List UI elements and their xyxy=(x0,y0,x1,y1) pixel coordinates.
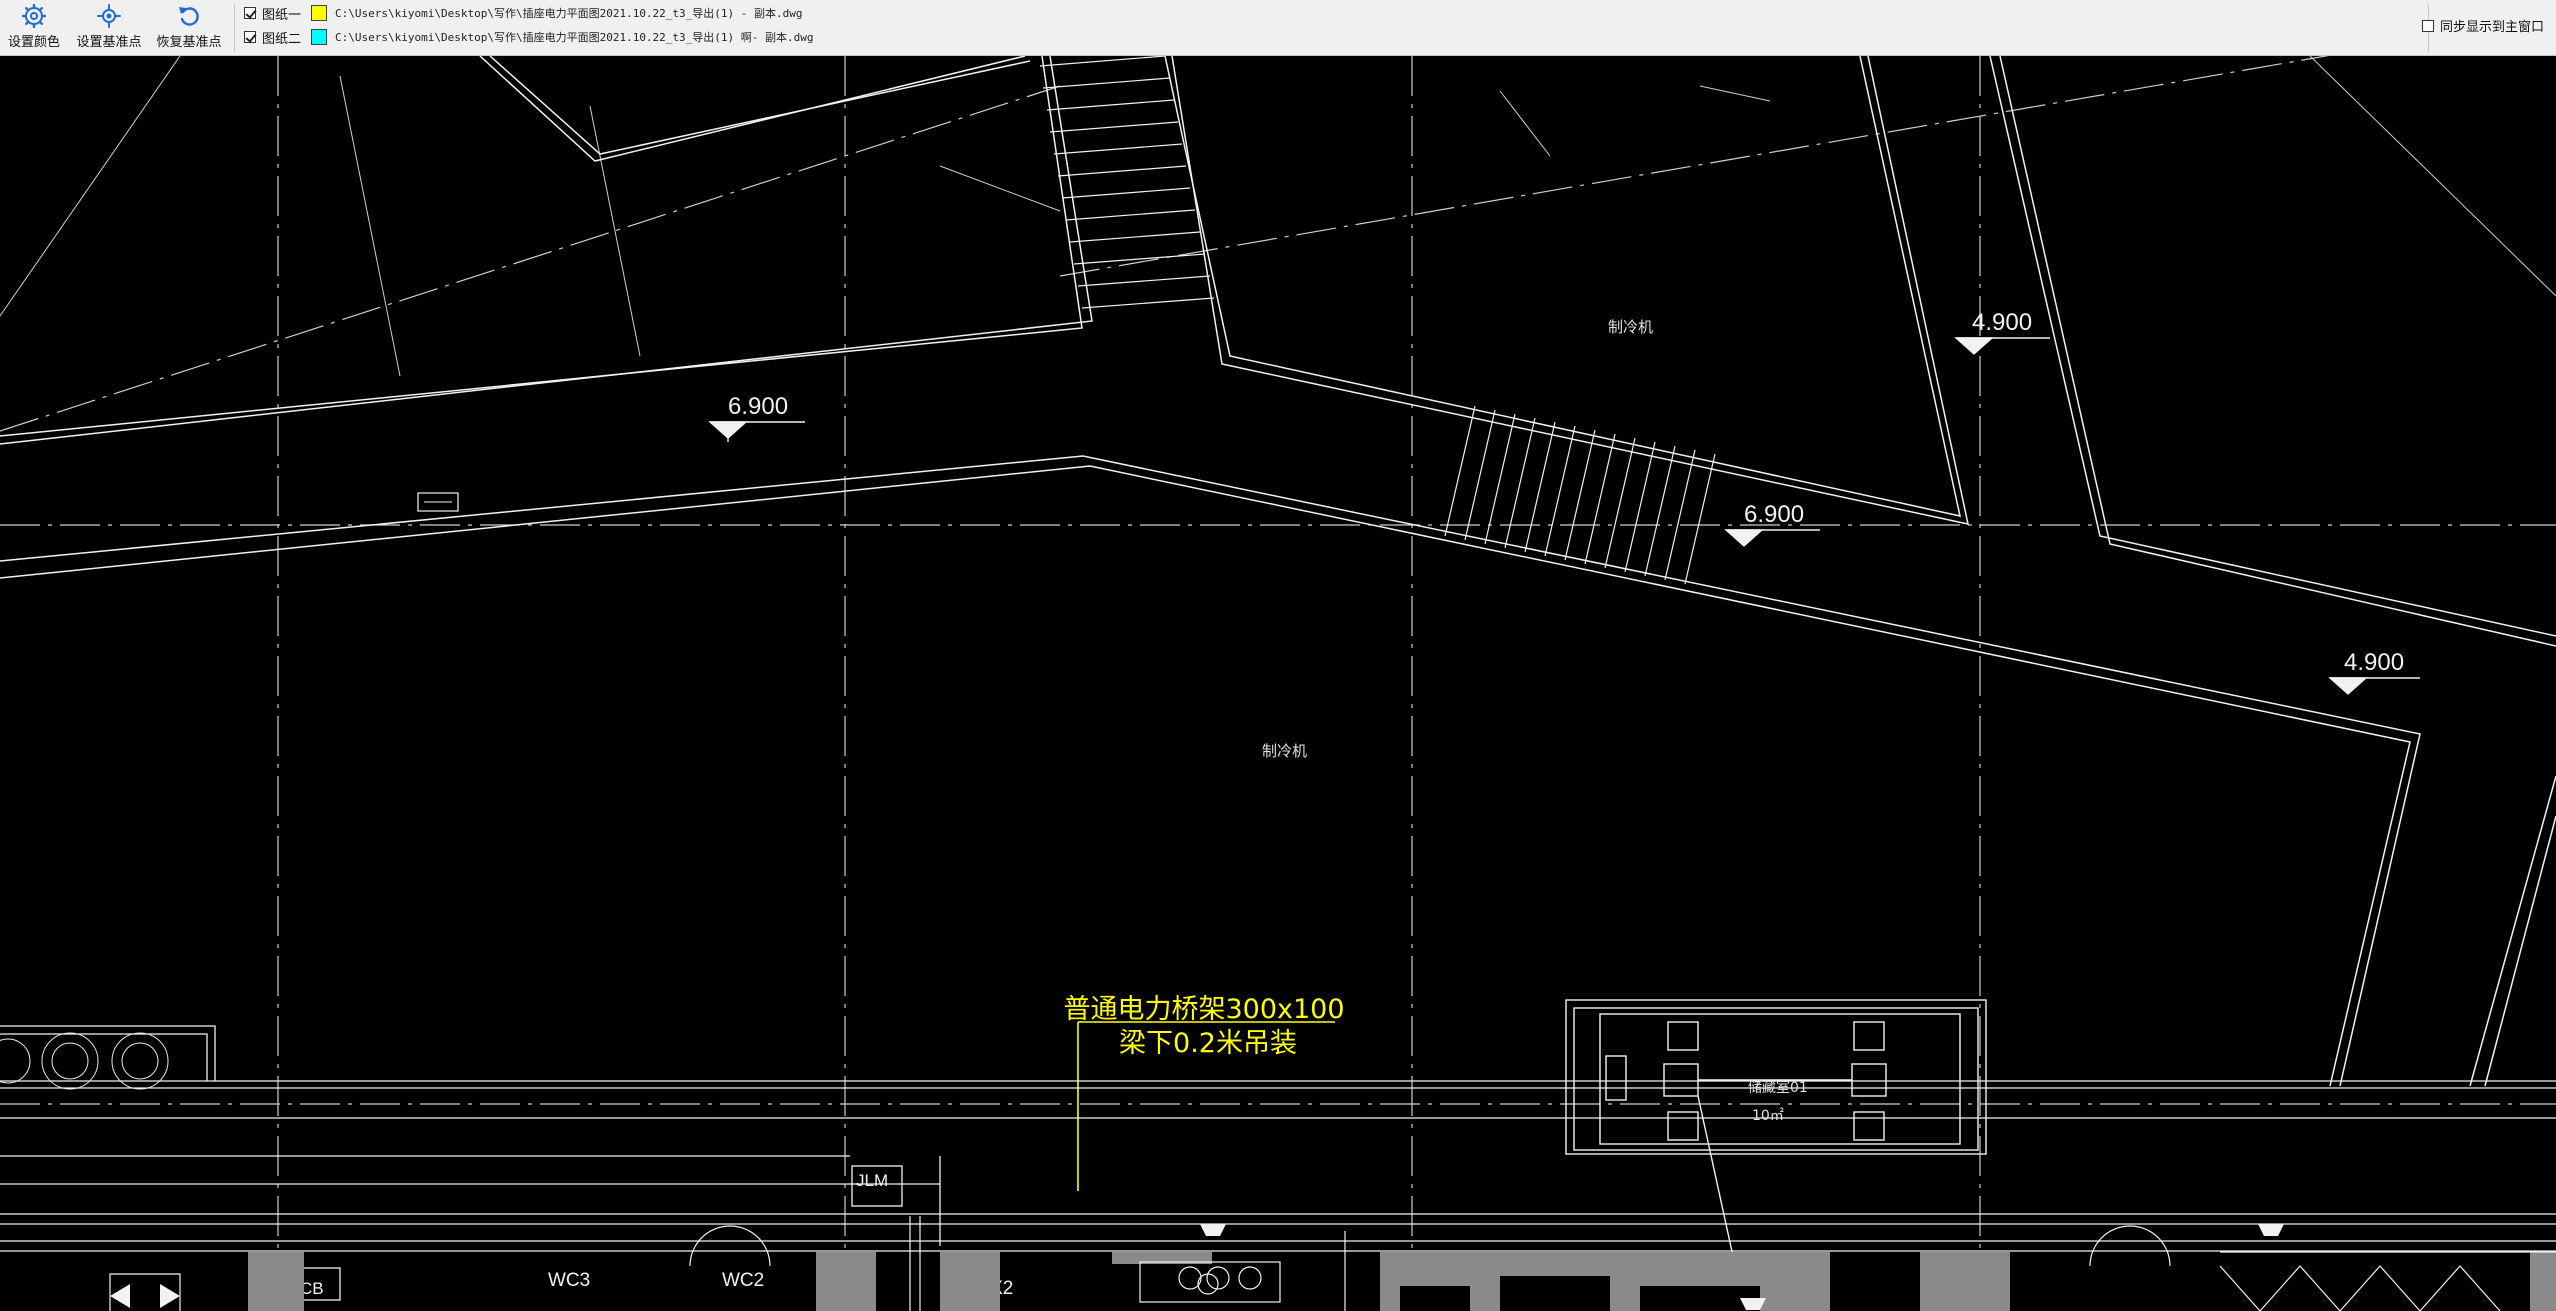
toolbar: 设置颜色 设置基准点 恢复基准点 图纸一 C:\Users\kiyomi\Des… xyxy=(0,0,2556,56)
drawing-2-path: C:\Users\kiyomi\Desktop\写作\插座电力平面图2021.1… xyxy=(335,31,814,44)
drawing-1-checkbox[interactable] xyxy=(244,7,256,19)
cad-drawing[interactable]: 6.900 4.900 6.900 4.900 制冷机 制冷机 普通电力桥架30… xyxy=(0,56,2556,1311)
storage-room-area: 10㎡ xyxy=(1752,1108,1784,1124)
elevation-label-1: 6.900 xyxy=(728,393,788,420)
toolbar-separator xyxy=(234,4,235,52)
room-label-1: 制冷机 xyxy=(1608,318,1653,336)
drawing-1-name: 图纸一 xyxy=(262,7,302,23)
drawing-1-path: C:\Users\kiyomi\Desktop\写作\插座电力平面图2021.1… xyxy=(335,7,803,20)
room-label-2: 制冷机 xyxy=(1262,742,1307,760)
wc3-label: WC3 xyxy=(548,1270,590,1291)
tray-annotation-line2: 梁下0.2米吊装 xyxy=(1119,1028,1297,1059)
drawing-2-checkbox[interactable] xyxy=(244,31,256,43)
set-color-label: 设置颜色 xyxy=(7,35,60,50)
restore-base-point-label: 恢复基准点 xyxy=(156,35,222,50)
storage-room-name: 储藏室01 xyxy=(1748,1079,1808,1096)
elevation-label-3: 6.900 xyxy=(1744,501,1804,528)
sync-checkbox[interactable] xyxy=(2421,19,2434,32)
undo-icon xyxy=(179,7,199,26)
tray-annotation-line1: 普通电力桥架300x100 xyxy=(1063,994,1344,1025)
drawing-1-color-swatch[interactable] xyxy=(311,5,328,21)
gear-icon xyxy=(22,4,46,28)
sync-label: 同步显示到主窗口 xyxy=(2439,20,2544,35)
cad-compare-window: 设置颜色 设置基准点 恢复基准点 图纸一 C:\Users\kiyomi\Des… xyxy=(0,0,2556,1311)
set-base-point-button[interactable]: 设置基准点 xyxy=(76,0,142,56)
jlm-label: JLM xyxy=(856,1171,888,1190)
drawing-row-1: 图纸一 C:\Users\kiyomi\Desktop\写作\插座电力平面图20… xyxy=(244,2,803,24)
crosshair-icon xyxy=(97,4,121,28)
drawing-canvas[interactable]: 6.900 4.900 6.900 4.900 制冷机 制冷机 普通电力桥架30… xyxy=(0,56,2556,1311)
set-base-point-label: 设置基准点 xyxy=(76,35,142,50)
elevation-label-4: 4.900 xyxy=(2344,649,2404,676)
drawing-2-name: 图纸二 xyxy=(262,31,302,47)
restore-base-point-button[interactable]: 恢复基准点 xyxy=(156,0,222,56)
sync-main-window-option[interactable]: 同步显示到主窗口 xyxy=(2421,16,2544,35)
set-color-button[interactable]: 设置颜色 xyxy=(6,0,62,56)
drawing-row-2: 图纸二 C:\Users\kiyomi\Desktop\写作\插座电力平面图20… xyxy=(244,26,814,48)
drawing-2-color-swatch[interactable] xyxy=(311,29,328,45)
elevation-label-2: 4.900 xyxy=(1972,309,2032,336)
wc2-label: WC2 xyxy=(722,1270,764,1291)
